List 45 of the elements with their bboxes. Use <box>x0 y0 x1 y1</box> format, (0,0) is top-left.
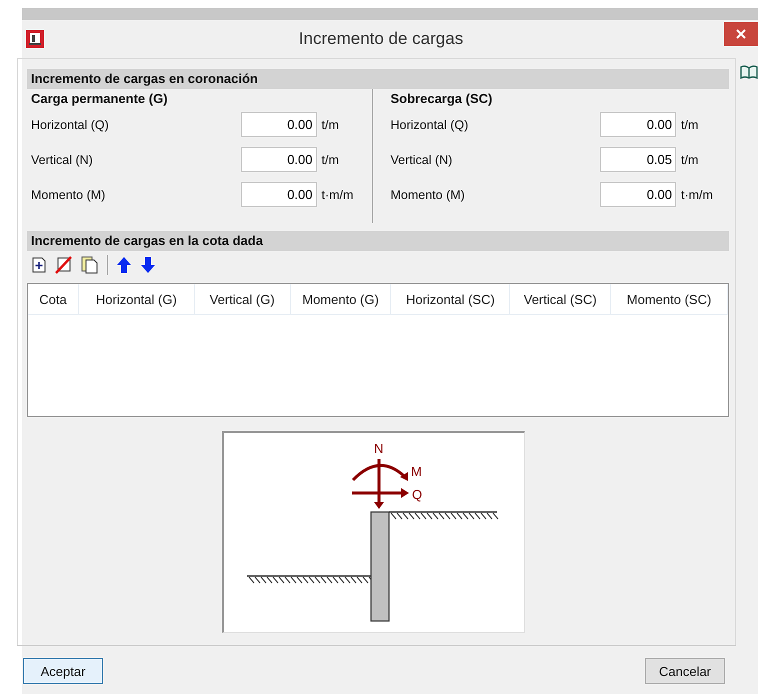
group-title: Sobrecarga (SC) <box>390 91 494 106</box>
arrow-up-icon[interactable] <box>116 256 132 274</box>
unit-label: t·m/m <box>680 188 714 202</box>
group-title: Carga permanente (G) <box>31 91 169 106</box>
field-label: Momento (M) <box>31 188 106 202</box>
input-field[interactable]: 0.05 <box>600 147 676 172</box>
copy-icon[interactable] <box>81 256 99 274</box>
input-field[interactable]: 0.00 <box>240 182 316 207</box>
unit-label: t/m <box>680 152 700 166</box>
column-header[interactable]: Vertical (SC) <box>510 284 612 314</box>
add-row-icon[interactable] <box>31 257 47 273</box>
axis-label: Q <box>412 487 422 502</box>
book-icon[interactable] <box>740 64 758 80</box>
field-label: Horizontal (Q) <box>390 118 470 132</box>
column-header[interactable]: Momento (G) <box>290 284 392 314</box>
delete-row-icon[interactable] <box>55 256 73 274</box>
input-field[interactable]: 0.00 <box>600 182 676 207</box>
window-title: Incremento de cargas <box>298 29 464 49</box>
field-label: Vertical (N) <box>390 152 454 166</box>
arrow-down-icon[interactable] <box>140 256 156 274</box>
section-header: Incremento de cargas en la cota dada <box>27 231 729 251</box>
field-label: Horizontal (Q) <box>31 118 110 132</box>
column-header[interactable]: Cota <box>28 284 79 314</box>
load-arrows-drawing <box>351 459 408 509</box>
axis-label: M <box>410 464 422 479</box>
app-icon <box>26 30 44 48</box>
column-header[interactable]: Vertical (G) <box>194 284 291 314</box>
dialog-button[interactable]: Aceptar <box>23 658 103 684</box>
section-header: Incremento de cargas en coronación <box>27 69 729 89</box>
unit-label: t·m/m <box>320 188 354 202</box>
input-field[interactable]: 0.00 <box>240 147 316 172</box>
field-label: Momento (M) <box>390 188 466 202</box>
unit-label: t/m <box>320 118 340 132</box>
column-header[interactable]: Horizontal (SC) <box>391 284 510 314</box>
close-icon <box>736 29 746 39</box>
column-header[interactable]: Momento (SC) <box>611 284 728 314</box>
input-field[interactable]: 0.00 <box>600 112 676 137</box>
unit-label: t/m <box>320 152 340 166</box>
unit-label: t/m <box>680 118 700 132</box>
axis-label: N <box>374 441 383 456</box>
column-header[interactable]: Horizontal (G) <box>78 284 195 314</box>
dialog-button[interactable]: Cancelar <box>645 658 725 684</box>
input-field[interactable]: 0.00 <box>240 112 316 137</box>
field-label: Vertical (N) <box>31 152 94 166</box>
close-button[interactable] <box>724 22 758 46</box>
